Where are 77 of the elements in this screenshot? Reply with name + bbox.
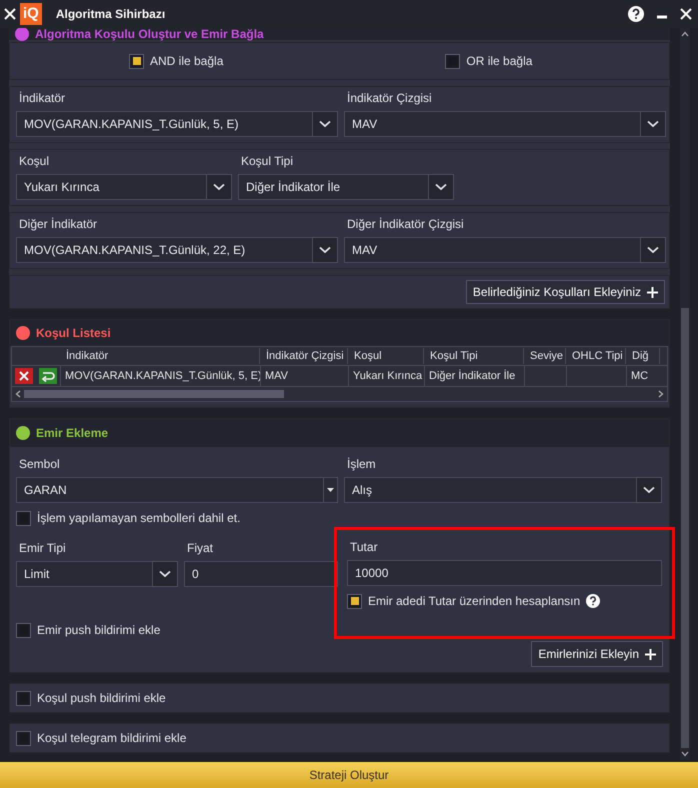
field-label: İndikatör Çizgisi: [346, 90, 433, 107]
combo-box[interactable]: GARAN: [16, 477, 338, 503]
chevron-down-icon: [647, 246, 659, 254]
delete-icon[interactable]: [15, 368, 33, 384]
chevron-down-icon: [159, 570, 171, 578]
table-cell: Yukarı Kırınca: [348, 366, 424, 386]
table-cell: MAV: [260, 366, 348, 386]
close-icon[interactable]: [4, 8, 16, 20]
scrollbar-thumb[interactable]: [681, 308, 689, 748]
column-header: Koşul Tipi: [424, 348, 524, 364]
chevron-down-icon: [319, 246, 331, 254]
checkbox[interactable]: [16, 510, 31, 526]
app-logo: iQ: [20, 3, 42, 25]
chevron-down-icon: [647, 120, 659, 128]
caret-down-icon: [327, 488, 334, 492]
dropdown[interactable]: Limit: [16, 561, 178, 587]
column-header: OHLC Tipi: [566, 348, 626, 364]
field-label: Tutar: [349, 539, 379, 556]
chevron-down-icon[interactable]: [681, 751, 689, 757]
field-label: Fiyat: [186, 540, 214, 557]
input-field[interactable]: 0: [184, 561, 338, 587]
section-title: Algoritma Koşulu Oluştur ve Emir Bağla: [35, 28, 264, 40]
chevron-up-icon[interactable]: [681, 31, 689, 37]
help-icon[interactable]: [628, 6, 644, 22]
checkbox[interactable]: [16, 690, 31, 706]
create-strategy-button[interactable]: Strateji Oluştur: [0, 762, 698, 788]
checkbox[interactable]: [16, 622, 31, 638]
chevron-down-icon: [319, 120, 331, 128]
field-label: Koşul: [18, 153, 50, 170]
dropdown[interactable]: MOV(GARAN.KAPANIS_T.Günlük, 5, E): [16, 111, 338, 137]
scrollbar-thumb[interactable]: [24, 390, 284, 398]
section-title: Koşul Listesi: [36, 327, 111, 339]
plus-icon: [645, 648, 656, 660]
dropdown[interactable]: MAV: [344, 111, 666, 137]
chevron-right-icon[interactable]: [658, 390, 664, 398]
field-label: Diğer İndikatör Çizgisi: [346, 216, 465, 233]
chevron-down-icon: [435, 183, 447, 191]
field-label: İndikatör: [18, 90, 66, 107]
dropdown[interactable]: MOV(GARAN.KAPANIS_T.Günlük, 22, E): [16, 237, 338, 263]
help-icon[interactable]: [586, 594, 600, 608]
dropdown[interactable]: Diğer İndikator İle: [238, 174, 454, 200]
column-header: Diğ: [626, 348, 660, 364]
column-header: İndikatör: [60, 348, 260, 364]
field-label: Emir Tipi: [18, 540, 67, 557]
field-label: Koşul Tipi: [240, 153, 294, 170]
add-conditions-button[interactable]: Belirlediğiniz Koşulları Ekleyiniz: [466, 280, 665, 304]
dropdown[interactable]: MAV: [344, 237, 666, 263]
checkbox[interactable]: [16, 730, 31, 746]
chevron-left-icon[interactable]: [15, 390, 21, 398]
dropdown[interactable]: Yukarı Kırınca: [16, 174, 232, 200]
plus-icon: [647, 286, 658, 298]
checkbox-label: Emir push bildirimi ekle: [37, 622, 160, 639]
close-icon[interactable]: [680, 8, 692, 20]
field-label: Sembol: [18, 456, 61, 473]
checkbox-label: AND ile bağla: [150, 53, 224, 70]
window-title: Algoritma Sihirbazı: [56, 6, 166, 23]
add-orders-button[interactable]: Emirlerinizi Ekleyin: [531, 641, 663, 667]
checkbox[interactable]: [347, 594, 362, 608]
chevron-down-icon: [643, 486, 655, 494]
column-header: Seviye: [524, 348, 566, 364]
dropdown[interactable]: Alış: [344, 477, 662, 503]
checkbox-label: Emir adedi Tutar üzerinden hesaplansın: [368, 592, 600, 610]
checkbox-label: Koşul telegram bildirimi ekle: [37, 730, 186, 747]
field-label: Diğer İndikatör: [18, 216, 98, 233]
table-cell: MC: [626, 366, 660, 386]
table-cell: Diğer İndikator İle: [424, 366, 524, 386]
field-label: İşlem: [346, 456, 377, 473]
column-header: Koşul: [348, 348, 424, 364]
input-field[interactable]: 10000: [347, 560, 662, 586]
section-title: Emir Ekleme: [36, 427, 108, 439]
checkbox[interactable]: [129, 54, 144, 68]
column-header: İndikatör Çizgisi: [260, 348, 348, 364]
checkbox-label: OR ile bağla: [466, 53, 532, 70]
chevron-down-icon: [213, 183, 225, 191]
checkbox-label: İşlem yapılamayan sembolleri dahil et.: [37, 510, 240, 527]
checkbox-label: Koşul push bildirimi ekle: [37, 690, 166, 707]
checkbox[interactable]: [445, 54, 460, 68]
